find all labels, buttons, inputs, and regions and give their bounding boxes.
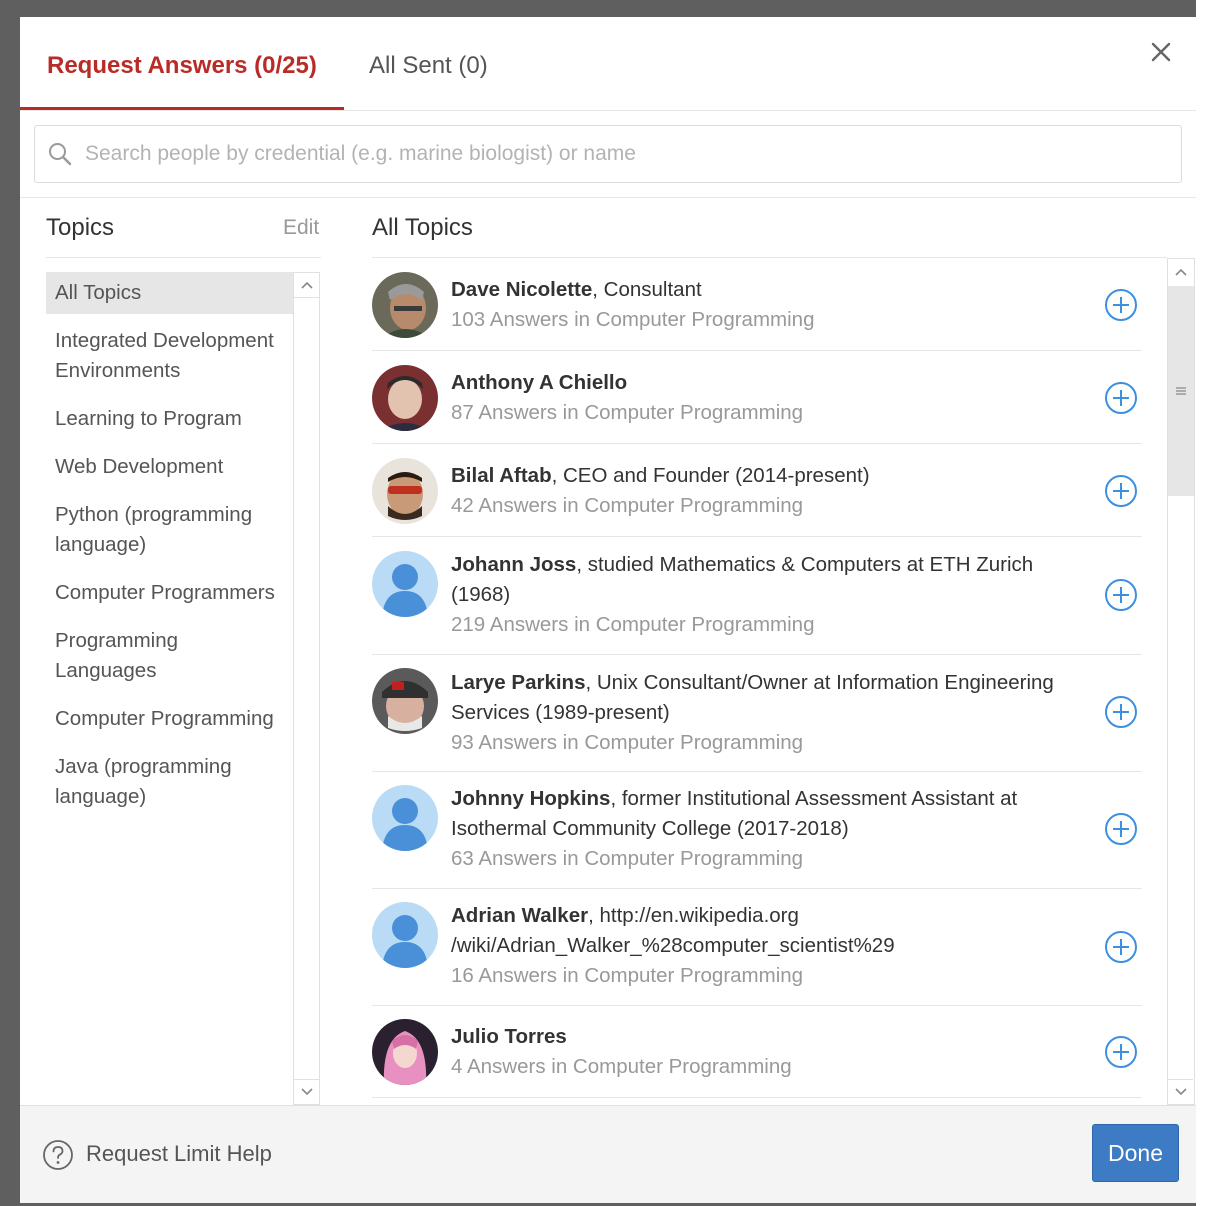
- person-name[interactable]: Larye Parkins: [451, 671, 585, 694]
- person-name[interactable]: Julio Torres: [451, 1025, 567, 1048]
- person-name[interactable]: Dave Nicolette: [451, 278, 592, 301]
- topic-item-ide[interactable]: Integrated Development Environments: [46, 320, 294, 392]
- avatar[interactable]: [372, 668, 438, 734]
- chevron-down-icon: [300, 1088, 313, 1096]
- topics-edit-link[interactable]: Edit: [283, 216, 319, 240]
- people-scrollbar[interactable]: [1167, 258, 1195, 1105]
- add-person-button[interactable]: [1104, 381, 1138, 415]
- done-button[interactable]: Done: [1092, 1124, 1179, 1182]
- search-box: [34, 125, 1182, 183]
- avatar[interactable]: [372, 458, 438, 524]
- person-answer-count: 16 Answers in Computer Programming: [451, 964, 804, 987]
- search-input[interactable]: [85, 136, 1165, 172]
- people-scroll-down[interactable]: [1168, 1079, 1193, 1104]
- person-row: Dave Nicolette, Consultant 103 Answers i…: [372, 258, 1142, 351]
- person-row: Larye Parkins, Unix Consultant/Owner at …: [372, 655, 1142, 772]
- person-answer-count: 42 Answers in Computer Programming: [451, 494, 804, 517]
- tab-all-sent[interactable]: All Sent (0): [369, 52, 488, 80]
- people-heading: All Topics: [372, 214, 473, 241]
- topics-scrollbar[interactable]: [293, 272, 320, 1105]
- topic-item-java[interactable]: Java (programming language): [46, 746, 294, 818]
- person-credential: , CEO and Founder (2014-present): [551, 464, 870, 487]
- request-answers-modal: Request Answers (0/25) All Sent (0) Topi…: [20, 17, 1196, 1203]
- modal-tabs: Request Answers (0/25) All Sent (0): [20, 17, 1196, 111]
- person-row: Anthony A Chiello 87 Answers in Computer…: [372, 351, 1142, 444]
- person-answer-count: 103 Answers in Computer Programming: [451, 308, 815, 331]
- add-person-button[interactable]: [1104, 1035, 1138, 1069]
- people-scroll-up[interactable]: [1168, 259, 1193, 284]
- close-icon[interactable]: [1146, 37, 1176, 67]
- add-person-button[interactable]: [1104, 695, 1138, 729]
- topics-heading: Topics: [46, 214, 115, 241]
- person-answer-count: 4 Answers in Computer Programming: [451, 1055, 792, 1078]
- add-person-button[interactable]: [1104, 930, 1138, 964]
- person-name[interactable]: Bilal Aftab: [451, 464, 552, 487]
- search-divider: [20, 197, 1196, 198]
- add-person-button[interactable]: [1104, 474, 1138, 508]
- person-row: Adrian Walker, http://en.wikipedia.org /…: [372, 889, 1142, 1006]
- person-credential: , Consultant: [592, 278, 702, 301]
- topic-item-web-development[interactable]: Web Development: [46, 446, 294, 488]
- topic-item-computer-programmers[interactable]: Computer Programmers: [46, 572, 294, 614]
- person-answer-count: 63 Answers in Computer Programming: [451, 847, 804, 870]
- avatar[interactable]: [372, 272, 438, 338]
- topic-item-programming-languages[interactable]: Programming Languages: [46, 620, 294, 692]
- person-name[interactable]: Adrian Walker: [451, 904, 588, 927]
- grip-icon: [1176, 387, 1186, 395]
- person-row: Johnny Hopkins, former Institutional Ass…: [372, 772, 1142, 889]
- search-icon: [49, 143, 72, 166]
- topic-item-computer-programming[interactable]: Computer Programming: [46, 698, 294, 740]
- person-row: Johann Joss, studied Mathematics & Compu…: [372, 537, 1142, 655]
- chevron-down-icon: [1174, 1088, 1187, 1096]
- topics-scroll-down[interactable]: [294, 1079, 319, 1104]
- default-avatar-icon[interactable]: [372, 551, 438, 617]
- add-person-button[interactable]: [1104, 578, 1138, 612]
- person-answer-count: 219 Answers in Computer Programming: [451, 613, 815, 636]
- topics-scroll-up[interactable]: [294, 273, 319, 298]
- request-limit-help-link[interactable]: Request Limit Help: [86, 1141, 272, 1167]
- chevron-up-icon: [1174, 268, 1187, 276]
- person-answer-count: 93 Answers in Computer Programming: [451, 731, 804, 754]
- people-scroll-thumb[interactable]: [1168, 286, 1194, 496]
- avatar[interactable]: [372, 365, 438, 431]
- tab-request-answers[interactable]: Request Answers (0/25): [47, 52, 317, 80]
- topics-divider: [46, 257, 321, 258]
- people-list: Dave Nicolette, Consultant 103 Answers i…: [372, 258, 1142, 1098]
- topic-item-python[interactable]: Python (programming language): [46, 494, 294, 566]
- topic-item-learning-to-program[interactable]: Learning to Program: [46, 398, 294, 440]
- add-person-button[interactable]: [1104, 812, 1138, 846]
- person-name[interactable]: Johnny Hopkins: [451, 787, 610, 810]
- avatar[interactable]: [372, 1019, 438, 1085]
- question-circle-icon[interactable]: [42, 1139, 74, 1171]
- default-avatar-icon[interactable]: [372, 902, 438, 968]
- topic-item-all-topics[interactable]: All Topics: [46, 272, 294, 314]
- person-name[interactable]: Anthony A Chiello: [451, 371, 627, 394]
- add-person-button[interactable]: [1104, 288, 1138, 322]
- person-name[interactable]: Johann Joss: [451, 553, 576, 576]
- default-avatar-icon[interactable]: [372, 785, 438, 851]
- page-backdrop: [1196, 0, 1209, 1206]
- active-tab-indicator: [20, 107, 344, 110]
- topics-list: All Topics Integrated Development Enviro…: [46, 272, 294, 824]
- person-answer-count: 87 Answers in Computer Programming: [451, 401, 804, 424]
- modal-footer: Request Limit Help Done: [20, 1105, 1196, 1203]
- chevron-up-icon: [300, 281, 313, 289]
- person-row: Julio Torres 4 Answers in Computer Progr…: [372, 1006, 1142, 1098]
- person-row: Bilal Aftab, CEO and Founder (2014-prese…: [372, 444, 1142, 537]
